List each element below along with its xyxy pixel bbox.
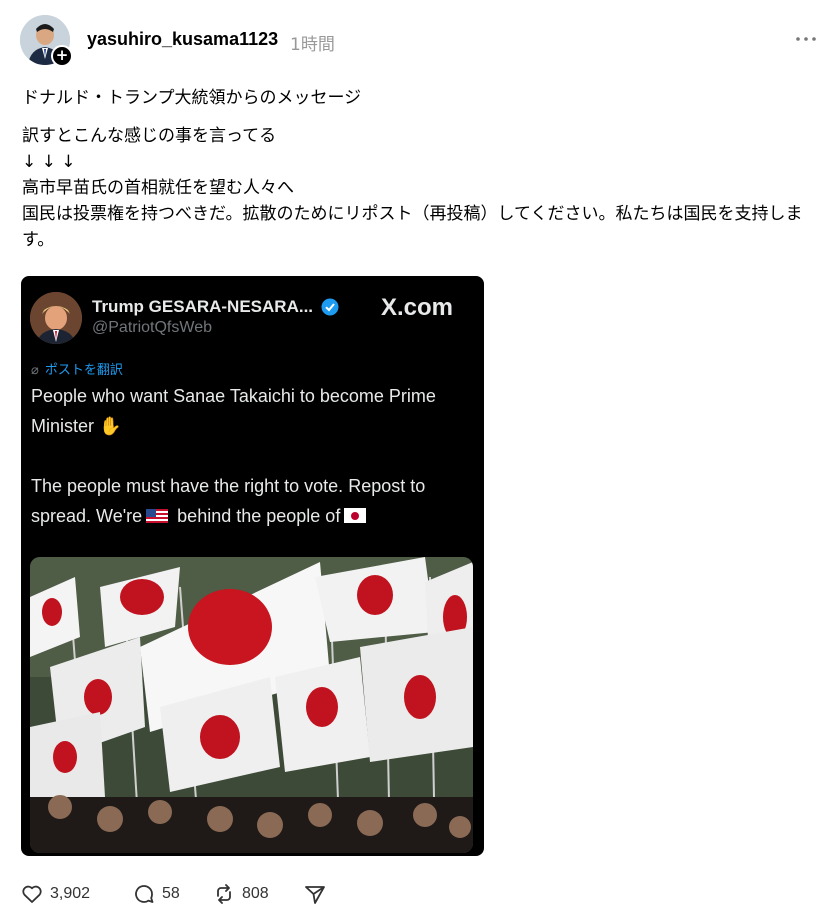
repost-icon (217, 884, 231, 904)
post-body: ドナルド・トランプ大統領からのメッセージ 訳すとこんな感じの事を言ってる ↓ ↓… (22, 85, 812, 253)
like-count: 3,902 (50, 885, 91, 902)
post-line: ↓ ↓ ↓ (22, 152, 76, 172)
post-line: 訳すとこんな感じの事を言ってる (22, 126, 277, 146)
username[interactable]: yasuhiro_kusama1123 (87, 29, 278, 50)
japan-flag-icon (344, 508, 367, 523)
like-button[interactable]: 3,902 (20, 882, 90, 906)
embed-text: People who want Sanae Takaichi to become… (31, 381, 471, 531)
repost-button[interactable]: 808 (212, 882, 269, 906)
follow-plus-icon[interactable]: + (51, 45, 73, 67)
translate-icon: ⌀ (31, 362, 39, 377)
more-horizontal-icon[interactable] (794, 29, 818, 49)
raised-hand-icon: ✋ (99, 416, 122, 436)
embed-avatar (30, 292, 82, 344)
reply-bubble-icon (135, 885, 154, 903)
embed-line: behind the people of (177, 506, 341, 526)
embedded-image[interactable]: Trump GESARA-NESARA... @PatriotQfsWeb X.… (21, 276, 484, 856)
heart-icon (22, 885, 42, 903)
share-button[interactable] (303, 882, 327, 906)
embed-author-handle: @PatriotQfsWeb (92, 319, 212, 336)
timestamp: 1時間 (290, 35, 335, 55)
repost-count: 808 (242, 885, 269, 902)
flags-crowd-photo (30, 557, 473, 853)
us-flag-icon (146, 509, 169, 523)
verified-badge-icon (321, 298, 339, 316)
post-line: 高市早苗氏の首相就任を望む人々へ (22, 178, 294, 198)
translate-post: ⌀ ポストを翻訳 (31, 362, 123, 377)
embed-line: People who want Sanae Takaichi to become… (31, 386, 436, 436)
send-icon (305, 886, 325, 904)
reply-count: 58 (162, 885, 180, 902)
embed-author-name: Trump GESARA-NESARA... (92, 297, 314, 316)
post-line: 国民は投票権を持つべきだ。拡散のためにリポスト（再投稿）してください。私たちは国… (22, 204, 803, 250)
x-logo-text: X.com (381, 294, 454, 321)
post-line: ドナルド・トランプ大統領からのメッセージ (22, 88, 362, 108)
reply-button[interactable]: 58 (132, 882, 180, 906)
